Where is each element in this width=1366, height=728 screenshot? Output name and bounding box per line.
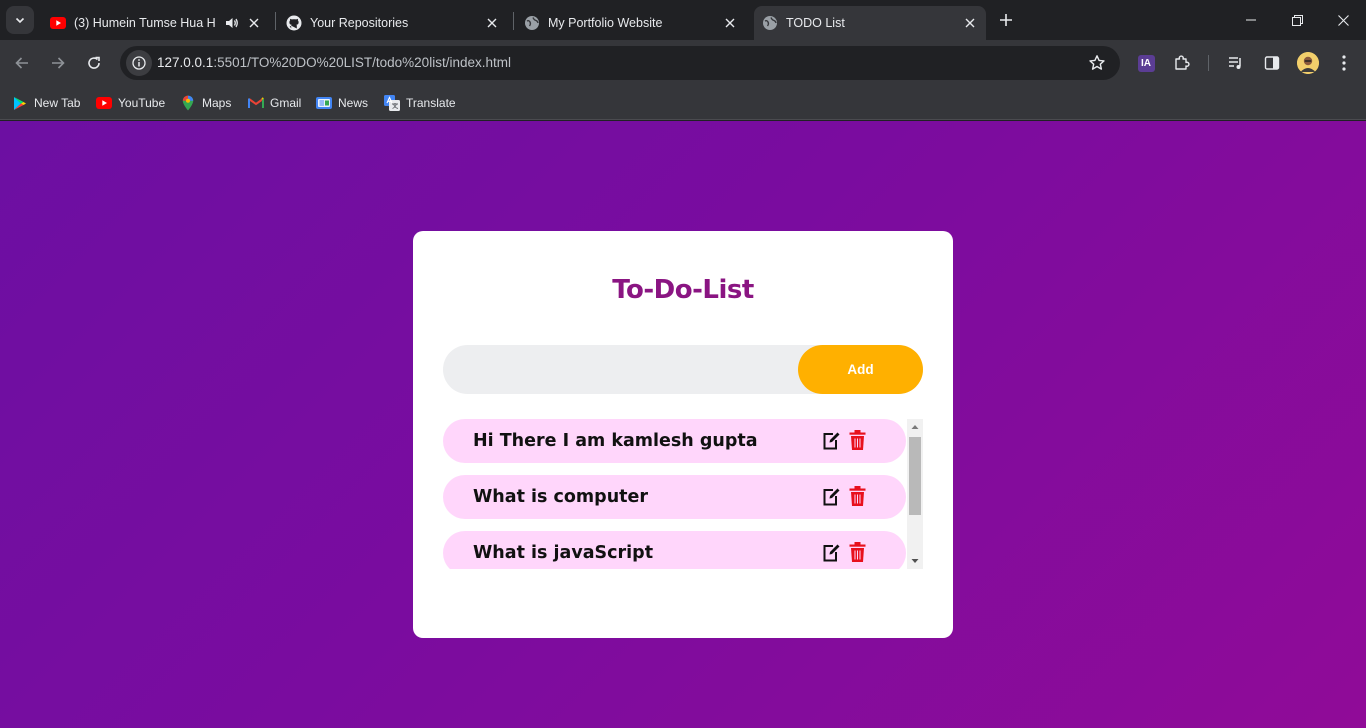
task-input[interactable] — [443, 345, 798, 394]
bookmarks-bar: New Tab YouTube Maps Gmail News Translat… — [0, 86, 1366, 120]
scroll-down-arrow-icon[interactable] — [907, 553, 923, 569]
tab-repositories[interactable]: Your Repositories — [278, 6, 508, 40]
side-panel-button[interactable] — [1262, 53, 1282, 73]
trash-icon[interactable] — [849, 541, 866, 563]
edit-icon[interactable] — [821, 541, 841, 563]
bookmark-label: News — [338, 96, 369, 110]
extensions-button[interactable] — [1172, 53, 1192, 73]
task-input-row: Add — [443, 345, 923, 394]
bookmark-label: YouTube — [118, 96, 166, 110]
maps-icon — [180, 95, 196, 111]
bookmark-gmail[interactable]: Gmail — [248, 92, 301, 114]
url-host: 127.0.0.1 — [157, 55, 214, 70]
bookmark-label: Gmail — [270, 96, 302, 110]
bookmark-maps[interactable]: Maps — [180, 92, 231, 114]
bookmark-label: New Tab — [34, 96, 81, 110]
todo-card: To-Do-List Add Hi There I am kamlesh gup… — [413, 231, 953, 638]
restore-button[interactable] — [1274, 0, 1320, 40]
close-icon[interactable] — [722, 15, 738, 31]
translate-icon — [384, 95, 400, 111]
bookmark-star-icon[interactable] — [1088, 54, 1106, 72]
forward-button[interactable] — [44, 49, 72, 77]
play-store-icon — [12, 95, 28, 111]
info-icon — [132, 56, 146, 70]
list-item: What is javaScript — [443, 531, 906, 569]
bookmark-youtube[interactable]: YouTube — [96, 92, 165, 114]
minimize-icon — [1246, 19, 1256, 21]
close-icon[interactable] — [962, 15, 978, 31]
minimize-button[interactable] — [1228, 0, 1274, 40]
profile-avatar[interactable] — [1297, 52, 1319, 74]
tab-todo-list[interactable]: TODO List — [754, 6, 986, 40]
arrow-right-icon — [52, 57, 65, 69]
playlist-icon — [1229, 57, 1241, 69]
tab-strip: (3) Humein Tumse Hua Hai Your Repositori… — [0, 0, 1366, 40]
add-button[interactable]: Add — [798, 345, 923, 394]
url-text[interactable]: 127.0.0.1:5501/TO%20DO%20LIST/todo%20lis… — [157, 55, 511, 70]
task-list-scrollbar[interactable] — [907, 419, 923, 569]
speaker-icon[interactable] — [224, 15, 240, 31]
tab-portfolio[interactable]: My Portfolio Website — [516, 6, 746, 40]
close-icon — [1337, 14, 1349, 26]
youtube-icon — [96, 95, 112, 111]
edit-icon[interactable] — [821, 485, 841, 507]
side-panel-icon — [1264, 56, 1280, 70]
globe-icon — [762, 15, 778, 31]
list-item: What is computer — [443, 475, 906, 519]
tab-title: TODO List — [786, 16, 845, 30]
tab-title: (3) Humein Tumse Hua Hai — [74, 16, 216, 30]
list-item: Hi There I am kamlesh gupta — [443, 419, 906, 463]
tab-separator — [275, 12, 276, 30]
back-button[interactable] — [8, 49, 36, 77]
site-info-button[interactable] — [126, 50, 152, 76]
media-controls-button[interactable] — [1226, 53, 1246, 73]
puzzle-icon — [1175, 55, 1190, 70]
task-text: Hi There I am kamlesh gupta — [473, 431, 758, 451]
github-icon — [286, 15, 302, 31]
chevron-down-icon — [15, 17, 25, 24]
tab-title: My Portfolio Website — [548, 16, 663, 30]
scroll-thumb[interactable] — [909, 437, 921, 515]
page-viewport: To-Do-List Add Hi There I am kamlesh gup… — [0, 121, 1366, 728]
arrow-left-icon — [15, 57, 28, 69]
trash-icon[interactable] — [849, 485, 866, 507]
tab-separator — [513, 12, 514, 30]
tab-title: Your Repositories — [310, 16, 409, 30]
gmail-icon — [248, 95, 264, 111]
address-bar[interactable]: 127.0.0.1:5501/TO%20DO%20LIST/todo%20lis… — [120, 46, 1120, 80]
restore-icon — [1291, 14, 1303, 26]
tab-search-button[interactable] — [6, 6, 34, 34]
close-icon[interactable] — [484, 15, 500, 31]
new-tab-button[interactable] — [994, 8, 1018, 32]
reload-icon — [88, 56, 100, 69]
plus-icon — [1000, 14, 1012, 26]
task-text: What is computer — [473, 487, 649, 507]
url-path: :5501/TO%20DO%20LIST/todo%20list/index.h… — [213, 55, 511, 70]
bookmark-new-tab[interactable]: New Tab — [12, 92, 80, 114]
task-list: Hi There I am kamlesh gupta What is comp… — [443, 419, 923, 569]
youtube-icon — [50, 15, 66, 31]
kebab-menu-icon — [1342, 55, 1346, 71]
close-icon[interactable] — [246, 15, 262, 31]
ia-extension-button[interactable]: IA — [1136, 53, 1156, 73]
task-text: What is javaScript — [473, 543, 654, 563]
browser-toolbar: 127.0.0.1:5501/TO%20DO%20LIST/todo%20lis… — [0, 40, 1366, 86]
page-title: To-Do-List — [612, 275, 754, 305]
bookmark-news[interactable]: News — [316, 92, 368, 114]
toolbar-separator — [1208, 55, 1209, 71]
trash-icon[interactable] — [849, 429, 866, 451]
bookmark-label: Translate — [406, 96, 456, 110]
tab-youtube[interactable]: (3) Humein Tumse Hua Hai — [42, 6, 270, 40]
bookmark-label: Maps — [202, 96, 232, 110]
ia-badge: IA — [1137, 54, 1155, 72]
close-window-button[interactable] — [1320, 0, 1366, 40]
globe-icon — [524, 15, 540, 31]
reload-button[interactable] — [80, 49, 108, 77]
bookmark-translate[interactable]: Translate — [384, 92, 456, 114]
scroll-up-arrow-icon[interactable] — [907, 419, 923, 435]
news-icon — [316, 95, 332, 111]
edit-icon[interactable] — [821, 429, 841, 451]
menu-button[interactable] — [1334, 53, 1354, 73]
